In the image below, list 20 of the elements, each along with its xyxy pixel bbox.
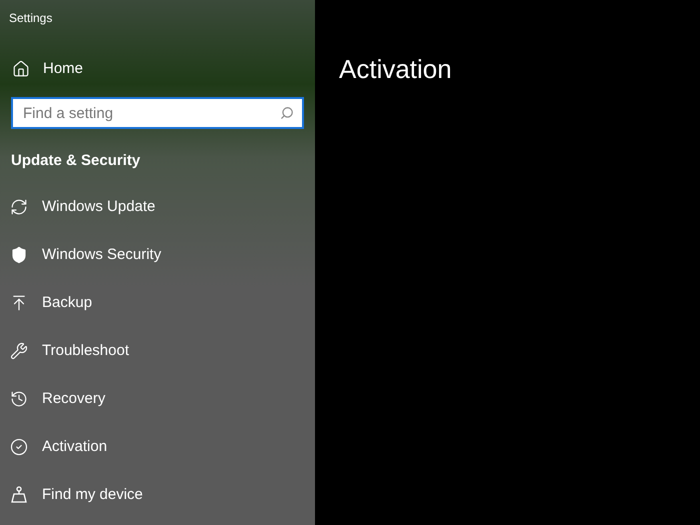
shield-icon <box>10 246 28 264</box>
search-field[interactable]: Find a setting <box>11 97 304 129</box>
check-circle-icon <box>10 438 28 456</box>
wrench-icon <box>10 342 28 360</box>
nav-item[interactable]: Troubleshoot <box>0 327 315 375</box>
refresh-icon <box>10 198 28 216</box>
section-title: Update & Security <box>11 152 140 169</box>
search-icon <box>280 106 294 120</box>
home-icon <box>12 60 30 78</box>
nav-item[interactable]: Activation <box>0 423 315 471</box>
history-icon <box>10 390 28 408</box>
page-title: Activation <box>339 53 453 86</box>
window-title: Settings <box>9 11 52 25</box>
nav-item[interactable]: Recovery <box>0 375 315 423</box>
home-link[interactable]: Home <box>0 45 315 93</box>
nav-item[interactable]: Backup <box>0 279 315 327</box>
nav-item[interactable]: Find my device <box>0 471 315 519</box>
nav-item[interactable]: Windows Update <box>0 183 315 231</box>
upload-icon <box>10 294 28 312</box>
nav-item[interactable]: Windows Security <box>0 231 315 279</box>
